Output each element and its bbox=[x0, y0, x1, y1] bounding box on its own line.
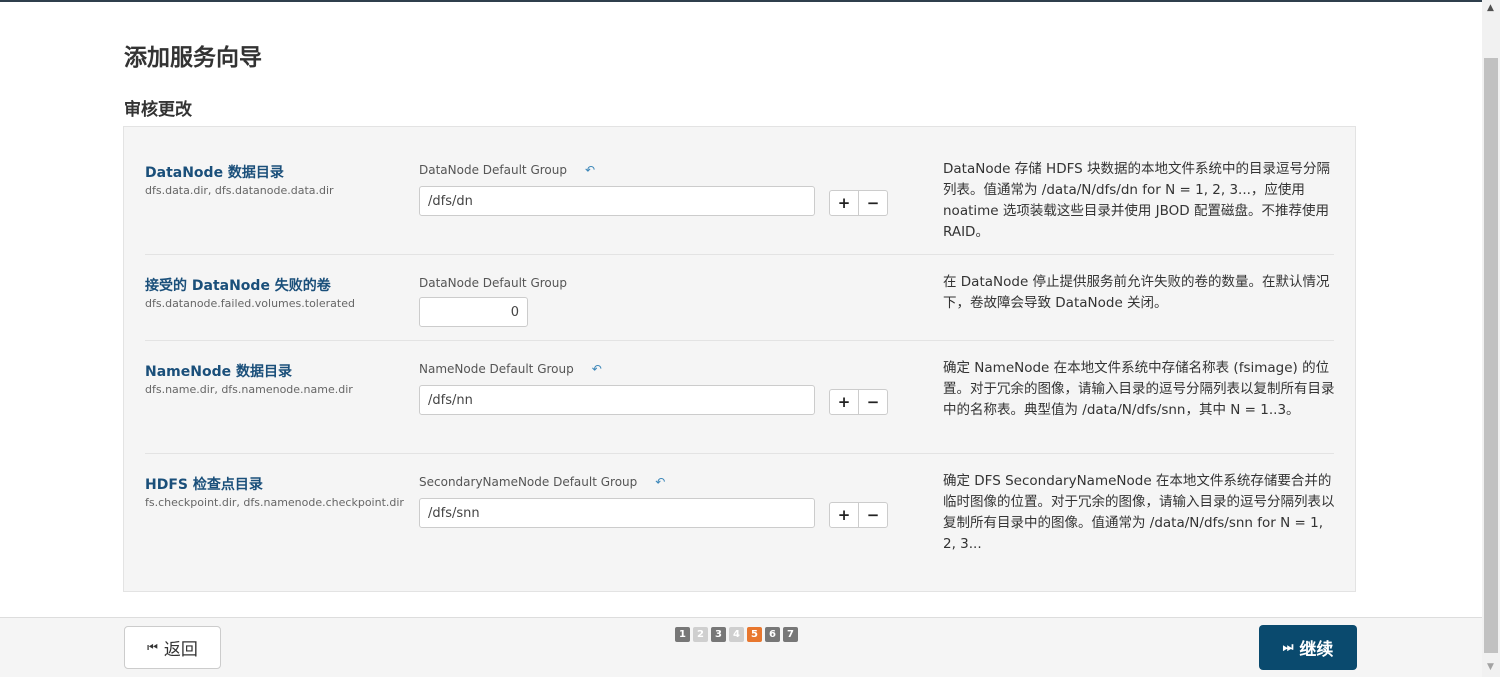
property-key: dfs.data.dir, dfs.datanode.data.dir bbox=[145, 184, 334, 197]
undo-icon[interactable]: ↶ bbox=[592, 362, 602, 376]
step-5: 5 bbox=[747, 627, 762, 642]
back-button[interactable]: ⏮ 返回 bbox=[124, 626, 221, 669]
checkpoint-dir-input[interactable] bbox=[419, 498, 815, 528]
group-label: SecondaryNameNode Default Group ↶ bbox=[419, 475, 665, 489]
scrollbar-thumb[interactable] bbox=[1484, 58, 1498, 653]
add-remove-buttons: + − bbox=[829, 502, 888, 528]
group-label: DataNode Default Group bbox=[419, 276, 567, 290]
remove-button[interactable]: − bbox=[858, 503, 887, 527]
property-name: DataNode 数据目录 bbox=[145, 165, 284, 181]
next-button-label: 继续 bbox=[1299, 640, 1334, 660]
undo-icon[interactable]: ↶ bbox=[655, 475, 665, 489]
property-description: 在 DataNode 停止提供服务前允许失败的卷的数量。在默认情况下，卷故障会导… bbox=[943, 274, 1330, 311]
add-remove-buttons: + − bbox=[829, 389, 888, 415]
wizard-footer: ⏮ 返回 1234567 ⏭ 继续 bbox=[0, 617, 1482, 677]
undo-icon[interactable]: ↶ bbox=[585, 163, 595, 177]
property-name: NameNode 数据目录 bbox=[145, 364, 292, 380]
review-changes-panel: DataNode 数据目录 dfs.data.dir, dfs.datanode… bbox=[123, 126, 1356, 592]
vertical-scrollbar[interactable]: ▲ ▼ bbox=[1482, 0, 1500, 677]
remove-button[interactable]: − bbox=[858, 191, 887, 215]
group-name: DataNode Default Group bbox=[419, 163, 567, 177]
property-description: DataNode 存储 HDFS 块数据的本地文件系统中的目录逗号分隔列表。值通… bbox=[943, 161, 1330, 240]
row-divider bbox=[145, 254, 1334, 255]
row-divider bbox=[145, 340, 1334, 341]
step-1: 1 bbox=[675, 627, 690, 642]
property-description: 确定 DFS SecondaryNameNode 在本地文件系统存储要合并的临时… bbox=[943, 473, 1335, 552]
property-description: 确定 NameNode 在本地文件系统中存储名称表 (fsimage) 的位置。… bbox=[943, 360, 1335, 418]
step-6: 6 bbox=[765, 627, 780, 642]
group-label: DataNode Default Group ↶ bbox=[419, 163, 595, 177]
section-title: 审核更改 bbox=[124, 100, 192, 120]
group-name: SecondaryNameNode Default Group bbox=[419, 475, 638, 489]
group-label: NameNode Default Group ↶ bbox=[419, 362, 602, 376]
step-2: 2 bbox=[693, 627, 708, 642]
group-name: NameNode Default Group bbox=[419, 362, 574, 376]
step-backward-icon: ⏮ bbox=[147, 640, 158, 654]
step-indicator: 1234567 bbox=[675, 627, 798, 642]
step-7: 7 bbox=[783, 627, 798, 642]
add-button[interactable]: + bbox=[830, 503, 858, 527]
step-forward-icon: ⏭ bbox=[1282, 640, 1294, 654]
remove-button[interactable]: − bbox=[858, 390, 887, 414]
page-title: 添加服务向导 bbox=[124, 45, 262, 71]
add-button[interactable]: + bbox=[830, 390, 858, 414]
scroll-down-arrow-icon[interactable]: ▼ bbox=[1487, 662, 1494, 672]
scroll-up-arrow-icon[interactable]: ▲ bbox=[1487, 3, 1494, 13]
property-key: dfs.datanode.failed.volumes.tolerated bbox=[145, 297, 355, 310]
step-3: 3 bbox=[711, 627, 726, 642]
back-button-label: 返回 bbox=[163, 640, 198, 660]
next-button[interactable]: ⏭ 继续 bbox=[1259, 625, 1357, 670]
property-name: HDFS 检查点目录 bbox=[145, 477, 263, 493]
property-key: dfs.name.dir, dfs.namenode.name.dir bbox=[145, 383, 353, 396]
row-divider bbox=[145, 453, 1334, 454]
failed-volumes-input[interactable] bbox=[419, 297, 528, 327]
namenode-data-dir-input[interactable] bbox=[419, 385, 815, 415]
step-4: 4 bbox=[729, 627, 744, 642]
add-remove-buttons: + − bbox=[829, 190, 888, 216]
datanode-data-dir-input[interactable] bbox=[419, 186, 815, 216]
property-name: 接受的 DataNode 失败的卷 bbox=[145, 278, 331, 294]
add-button[interactable]: + bbox=[830, 191, 858, 215]
top-border bbox=[0, 0, 1482, 2]
property-key: fs.checkpoint.dir, dfs.namenode.checkpoi… bbox=[145, 496, 404, 509]
